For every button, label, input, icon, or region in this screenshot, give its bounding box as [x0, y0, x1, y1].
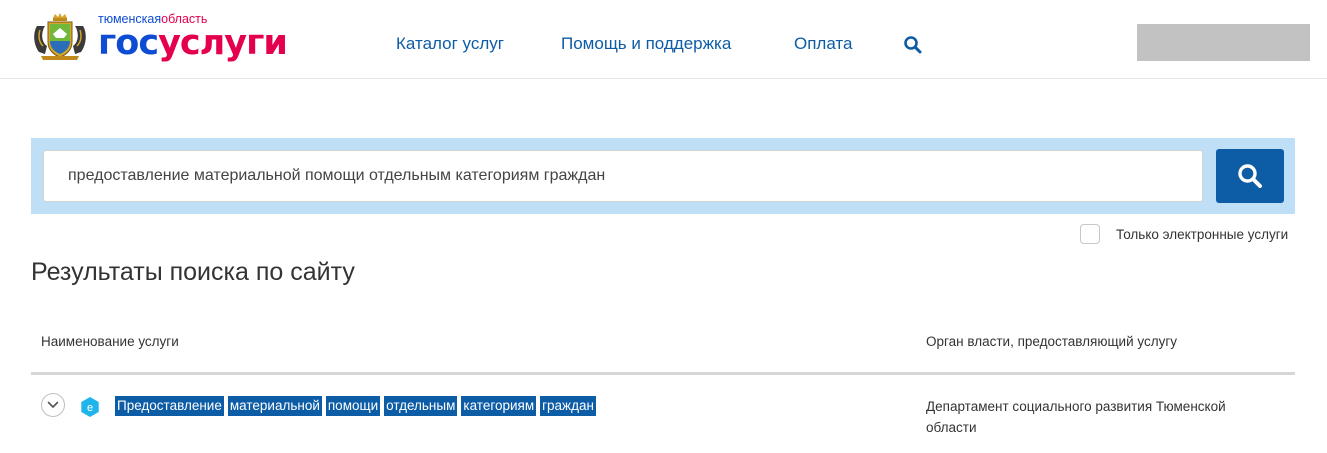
tyumen-coat-of-arms-icon: [34, 13, 86, 60]
service-name-word: граждан: [540, 396, 596, 416]
search-icon[interactable]: [903, 35, 923, 55]
nav-catalog[interactable]: Каталог услуг: [396, 34, 504, 54]
search-button[interactable]: [1216, 149, 1284, 203]
expand-row-button[interactable]: [41, 393, 65, 417]
column-header-org: Орган власти, предоставляющий услугу: [926, 334, 1178, 349]
gosuslugi-logo[interactable]: тюменскаяобласть госуслуги: [31, 10, 288, 66]
service-name-link[interactable]: Предоставление материальной помощи отдел…: [115, 396, 596, 416]
table-divider: [31, 372, 1295, 375]
search-input[interactable]: [43, 150, 1203, 202]
service-name-word: Предоставление: [115, 396, 224, 416]
electronic-service-badge-icon: е: [81, 397, 99, 417]
nav-help[interactable]: Помощь и поддержка: [561, 34, 731, 54]
header: тюменскаяобласть госуслуги Каталог услуг…: [0, 0, 1327, 79]
chevron-down-icon: [47, 401, 59, 408]
column-header-name: Наименование услуги: [41, 334, 179, 349]
only-electronic-label: Только электронные услуги: [1116, 226, 1289, 242]
search-icon: [1238, 164, 1262, 188]
results-title: Результаты поиска по сайту: [31, 258, 355, 286]
service-name-word: отдельным: [384, 396, 458, 416]
nav-payment[interactable]: Оплата: [794, 34, 852, 54]
table-row: е Предоставление материальной помощи отд…: [31, 376, 1295, 453]
service-name-word: категориям: [461, 396, 537, 416]
service-name-word: материальной: [227, 396, 322, 416]
user-account-placeholder[interactable]: [1137, 24, 1310, 61]
only-electronic-filter[interactable]: Только электронные услуги: [1080, 224, 1288, 244]
org-name: Департамент социального развития Тюменск…: [926, 399, 1226, 435]
only-electronic-checkbox[interactable]: [1080, 224, 1100, 244]
logo-brand: госуслуги: [98, 23, 288, 63]
service-name-word: помощи: [325, 396, 381, 416]
svg-text:е: е: [87, 402, 93, 414]
search-panel: [31, 138, 1295, 214]
